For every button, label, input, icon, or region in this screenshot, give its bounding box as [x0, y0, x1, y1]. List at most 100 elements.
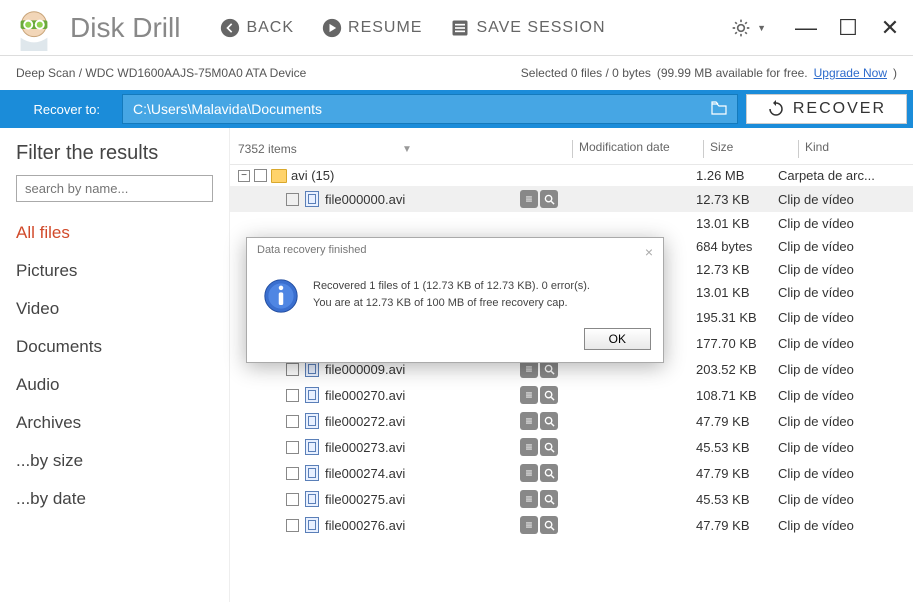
gear-icon	[731, 18, 751, 38]
folder-checkbox[interactable]	[254, 169, 267, 182]
file-name: file000275.avi	[325, 492, 405, 507]
list-icon	[450, 18, 470, 38]
expander-icon[interactable]: −	[238, 170, 250, 182]
column-modification[interactable]: Modification date	[579, 140, 697, 158]
file-row[interactable]: file000273.avi≡45.53 KBClip de vídeo	[230, 434, 913, 460]
dialog-titlebar: Data recovery finished ×	[247, 238, 663, 266]
file-name: file000272.avi	[325, 414, 405, 429]
list-action-icon[interactable]: ≡	[520, 412, 538, 430]
file-checkbox[interactable]	[286, 467, 299, 480]
file-name: file000274.avi	[325, 466, 405, 481]
list-action-icon[interactable]: ≡	[520, 438, 538, 456]
file-size: 47.79 KB	[696, 466, 778, 481]
folder-icon	[271, 169, 287, 183]
filter-item[interactable]: Pictures	[16, 252, 213, 290]
file-row[interactable]: file000276.avi≡47.79 KBClip de vídeo	[230, 512, 913, 538]
dialog-body: Recovered 1 files of 1 (12.73 KB of 12.7…	[247, 266, 663, 322]
file-kind: Clip de vídeo	[778, 239, 888, 254]
info-icon	[263, 278, 299, 314]
file-icon	[305, 517, 319, 533]
back-button[interactable]: BACK	[220, 18, 294, 38]
file-icon	[305, 465, 319, 481]
file-row[interactable]: file000000.avi≡12.73 KBClip de vídeo	[230, 186, 913, 212]
dialog-close-button[interactable]: ×	[645, 244, 653, 260]
dialog-footer: OK	[247, 322, 663, 362]
file-kind: Clip de vídeo	[778, 262, 888, 277]
list-action-icon[interactable]: ≡	[520, 464, 538, 482]
filter-item[interactable]: ...by size	[16, 442, 213, 480]
recover-path-input[interactable]	[133, 101, 711, 117]
browse-folder-icon[interactable]	[711, 101, 727, 118]
file-row[interactable]: file000274.avi≡47.79 KBClip de vídeo	[230, 460, 913, 486]
save-session-button[interactable]: SAVE SESSION	[450, 18, 605, 38]
main-area: Filter the results All filesPicturesVide…	[0, 128, 913, 602]
resume-button[interactable]: RESUME	[322, 18, 422, 38]
file-size: 47.79 KB	[696, 414, 778, 429]
maximize-button[interactable]: ☐	[835, 15, 861, 41]
file-row[interactable]: file000272.avi ≡ 47.79 KBClip de vídeo	[230, 408, 913, 434]
preview-action-icon[interactable]	[540, 412, 558, 430]
file-icon	[305, 491, 319, 507]
column-items[interactable]: 7352 items▼	[238, 140, 566, 158]
filter-item[interactable]: All files	[16, 214, 213, 252]
play-icon	[322, 18, 342, 38]
close-button[interactable]: ✕	[877, 15, 903, 41]
file-checkbox[interactable]	[286, 441, 299, 454]
content-area: 7352 items▼ Modification date Size Kind …	[230, 128, 913, 602]
column-kind[interactable]: Kind	[805, 140, 905, 158]
file-checkbox[interactable]	[286, 519, 299, 532]
filter-item[interactable]: Audio	[16, 366, 213, 404]
file-size: 195.31 KB	[696, 310, 778, 325]
file-size: 47.79 KB	[696, 518, 778, 533]
recover-bar: Recover to: RECOVER	[0, 90, 913, 128]
file-kind: Clip de vídeo	[778, 336, 888, 351]
filter-title: Filter the results	[16, 142, 213, 165]
preview-action-icon[interactable]	[540, 464, 558, 482]
file-size: 177.70 KB	[696, 336, 778, 351]
file-icon	[305, 361, 319, 377]
list-action-icon[interactable]: ≡	[520, 190, 538, 208]
selection-info: Selected 0 files / 0 bytes	[521, 66, 651, 80]
file-row[interactable]: 13.01 KBClip de vídeo	[230, 212, 913, 235]
upgrade-link[interactable]: Upgrade Now	[814, 66, 887, 80]
file-name: file000276.avi	[325, 518, 405, 533]
preview-action-icon[interactable]	[540, 386, 558, 404]
recover-button[interactable]: RECOVER	[746, 94, 907, 124]
window-controls: — ☐ ✕	[793, 15, 903, 41]
file-checkbox[interactable]	[286, 363, 299, 376]
back-icon	[220, 18, 240, 38]
preview-action-icon[interactable]	[540, 190, 558, 208]
list-action-icon[interactable]: ≡	[520, 516, 538, 534]
file-size: 108.71 KB	[696, 388, 778, 403]
file-row[interactable]: file000275.avi≡45.53 KBClip de vídeo	[230, 486, 913, 512]
filter-item[interactable]: ...by date	[16, 480, 213, 518]
preview-action-icon[interactable]	[540, 438, 558, 456]
file-checkbox[interactable]	[286, 415, 299, 428]
sort-arrow-icon: ▼	[402, 144, 566, 155]
status-bar: Deep Scan / WDC WD1600AAJS-75M0A0 ATA De…	[0, 56, 913, 90]
filter-item[interactable]: Video	[16, 290, 213, 328]
app-logo	[10, 4, 58, 52]
recover-path-wrap	[122, 94, 738, 124]
file-size: 13.01 KB	[696, 285, 778, 300]
folder-row[interactable]: − avi (15) 1.26 MB Carpeta de arc...	[230, 165, 913, 186]
column-size[interactable]: Size	[710, 140, 792, 158]
dialog-ok-button[interactable]: OK	[584, 328, 651, 350]
file-checkbox[interactable]	[286, 493, 299, 506]
file-checkbox[interactable]	[286, 193, 299, 206]
filter-item[interactable]: Documents	[16, 328, 213, 366]
minimize-button[interactable]: —	[793, 15, 819, 41]
preview-action-icon[interactable]	[540, 490, 558, 508]
settings-button[interactable]: ▼	[731, 18, 767, 38]
search-input[interactable]	[16, 175, 213, 202]
titlebar: Disk Drill BACK RESUME SAVE SESSION ▼ — …	[0, 0, 913, 56]
file-icon	[305, 439, 319, 455]
file-checkbox[interactable]	[286, 389, 299, 402]
preview-action-icon[interactable]	[540, 516, 558, 534]
file-kind: Clip de vídeo	[778, 388, 888, 403]
file-row[interactable]: file000270.avi≡108.71 KBClip de vídeo	[230, 382, 913, 408]
list-action-icon[interactable]: ≡	[520, 490, 538, 508]
list-action-icon[interactable]: ≡	[520, 386, 538, 404]
filter-item[interactable]: Archives	[16, 404, 213, 442]
file-kind: Clip de vídeo	[778, 414, 888, 429]
